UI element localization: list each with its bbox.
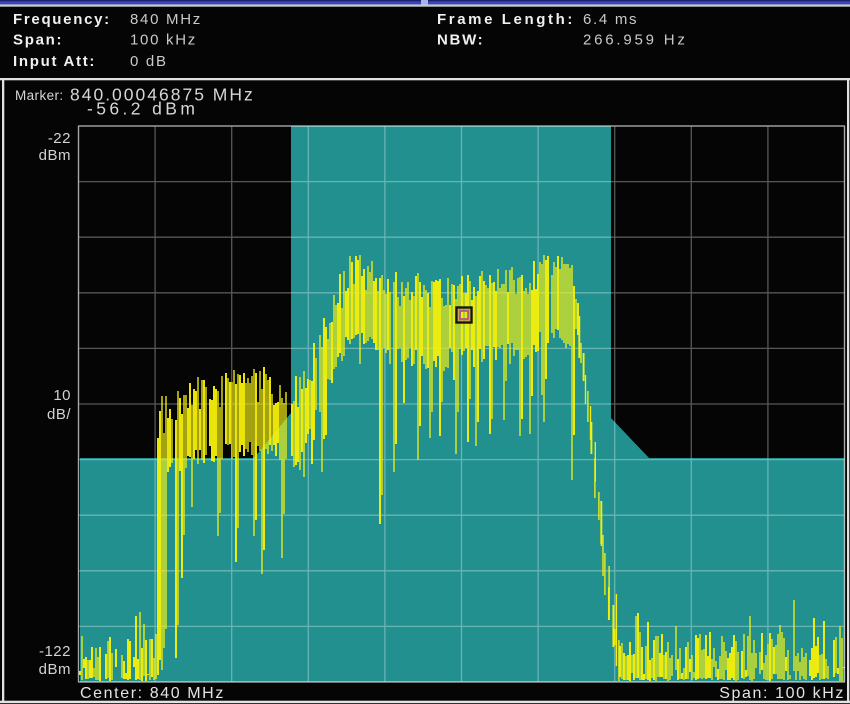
svg-text:Span: 100 kHz: Span: 100 kHz — [719, 685, 845, 702]
svg-text:-122: -122 — [39, 643, 71, 660]
svg-text:Span:: Span: — [13, 32, 63, 49]
svg-text:266.959 Hz: 266.959 Hz — [583, 32, 688, 49]
svg-text:-22: -22 — [48, 130, 71, 147]
svg-text:840 MHz: 840 MHz — [130, 11, 202, 28]
svg-text:dBm: dBm — [39, 147, 71, 164]
svg-text:dBm: dBm — [39, 661, 71, 678]
svg-text:0 dB: 0 dB — [130, 53, 168, 70]
svg-text:10: 10 — [53, 387, 71, 404]
svg-text:Marker:: Marker: — [15, 88, 64, 103]
svg-text:6.4 ms: 6.4 ms — [583, 11, 638, 28]
svg-text:Center: 840 MHz: Center: 840 MHz — [80, 685, 225, 702]
svg-text:-56.2 dBm: -56.2 dBm — [87, 99, 198, 119]
svg-text:Input Att:: Input Att: — [13, 53, 96, 70]
svg-text:NBW:: NBW: — [437, 32, 484, 49]
svg-text:Frequency:: Frequency: — [13, 11, 111, 28]
svg-text:dB/: dB/ — [47, 406, 71, 423]
svg-text:Frame Length:: Frame Length: — [437, 11, 575, 28]
svg-text:100 kHz: 100 kHz — [130, 32, 197, 49]
